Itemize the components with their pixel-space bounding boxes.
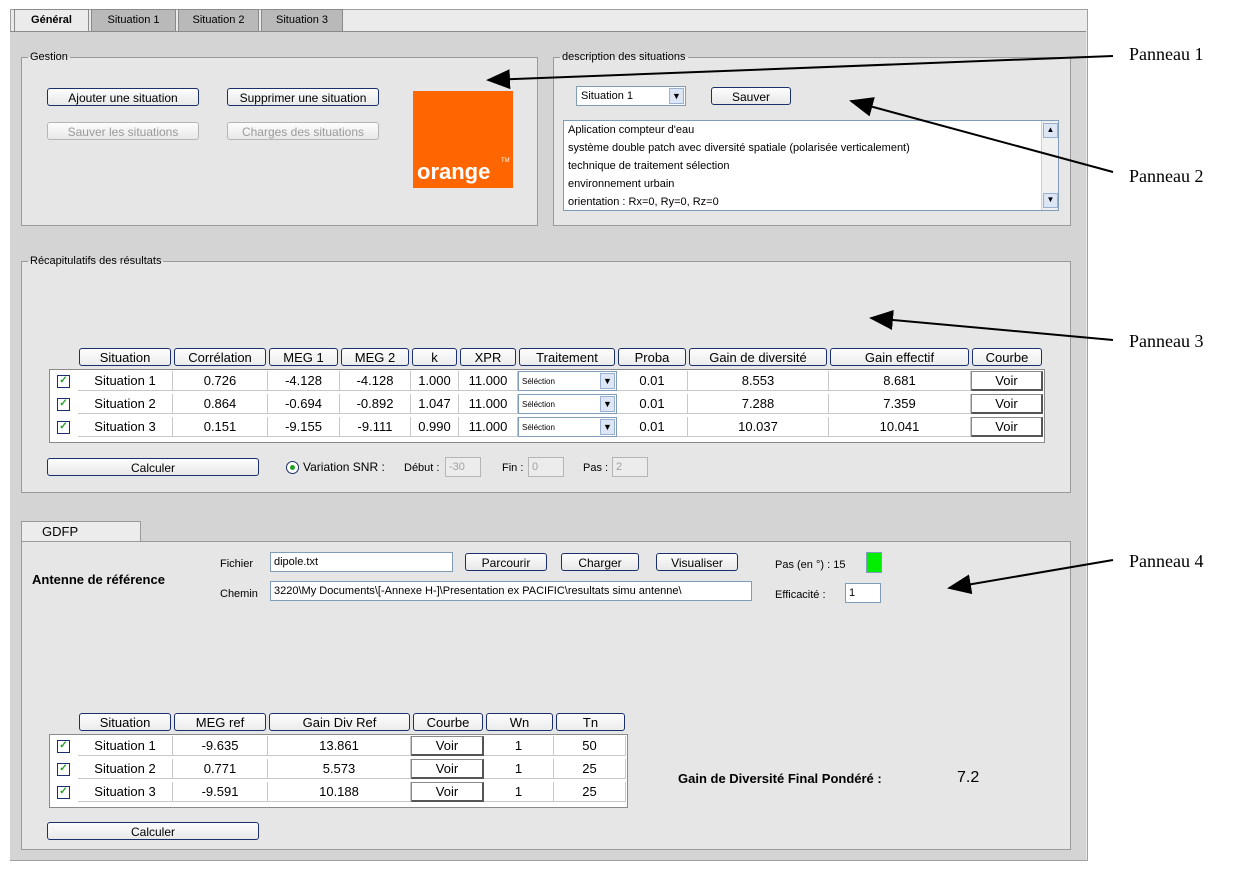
annotation-panneau-1: Panneau 1 — [1129, 44, 1204, 64]
arrow-panneau-2 — [849, 97, 1114, 173]
arrow-panneau-4 — [947, 559, 1114, 595]
arrow-panneau-3 — [869, 310, 1114, 341]
annotation-panneau-4: Panneau 4 — [1129, 551, 1204, 571]
annotation-arrows — [486, 55, 1114, 595]
annotation-panneau-2: Panneau 2 — [1129, 166, 1204, 186]
arrow-panneau-1 — [486, 55, 1114, 90]
annotation-panneau-3: Panneau 3 — [1129, 331, 1204, 351]
